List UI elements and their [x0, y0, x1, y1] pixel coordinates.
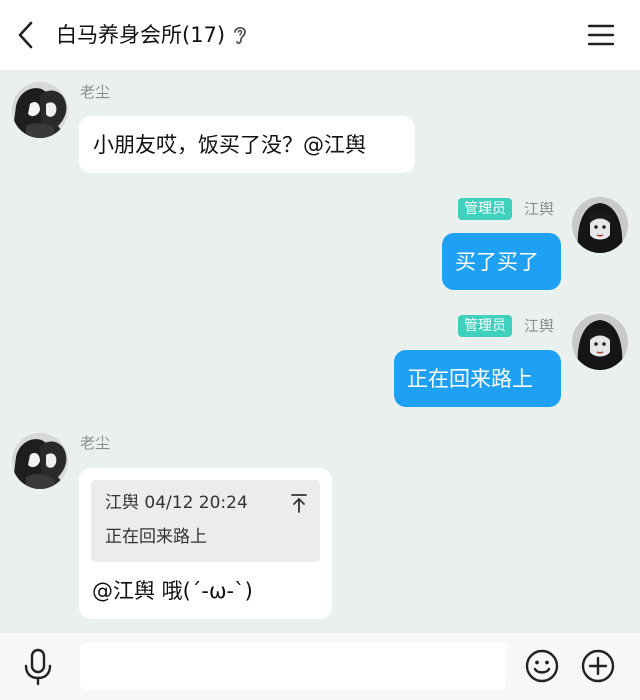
sender-name: 江舆 — [524, 200, 555, 218]
sender-name: 老尘 — [80, 434, 111, 452]
voice-button[interactable] — [22, 648, 54, 686]
message-bubble-self[interactable]: 正在回来路上 — [394, 350, 561, 407]
message-text: 小朋友哎，饭买了没？@江舆 — [93, 133, 366, 157]
avatar-sender[interactable] — [12, 433, 68, 489]
chevron-left-icon — [18, 21, 33, 49]
chat-message-list[interactable]: 老尘 小朋友哎，饭买了没？@江舆 管理员 江舆 买了买了 管理员 江舆 正在回来… — [0, 70, 640, 633]
quoted-message[interactable]: 江舆 04/12 20:24 正在回来路上 — [91, 480, 320, 562]
avatar-self[interactable] — [572, 314, 628, 370]
jump-to-quote-icon[interactable] — [290, 492, 308, 514]
more-button[interactable] — [580, 648, 616, 684]
avatar-self[interactable] — [572, 197, 628, 253]
emoji-button[interactable] — [524, 648, 560, 684]
group-title[interactable]: 白马养身会所(17) — [56, 19, 225, 51]
menu-button[interactable] — [586, 22, 616, 48]
back-button[interactable] — [12, 18, 42, 52]
smiley-icon — [525, 649, 559, 683]
message-text: 正在回来路上 — [407, 367, 533, 391]
message-text: @江舆 哦(´-ω-`) — [92, 579, 253, 603]
message-bubble[interactable]: 小朋友哎，饭买了没？@江舆 — [79, 116, 415, 173]
sender-name: 江舆 — [524, 317, 555, 335]
avatar-sender[interactable] — [12, 82, 68, 138]
quote-meta: 江舆 04/12 20:24 — [105, 493, 248, 513]
quote-text: 正在回来路上 — [105, 527, 207, 547]
sender-name: 老尘 — [80, 83, 111, 101]
message-bubble-self[interactable]: 买了买了 — [442, 233, 561, 290]
ear-icon — [232, 24, 248, 46]
admin-badge: 管理员 — [458, 315, 512, 337]
hamburger-menu-icon — [587, 24, 615, 46]
plus-circle-icon — [581, 649, 615, 683]
message-bubble[interactable]: 江舆 04/12 20:24 正在回来路上 @江舆 哦(´-ω-`) — [79, 468, 332, 619]
chat-header: 白马养身会所(17) — [0, 0, 640, 70]
message-text: 买了买了 — [455, 250, 539, 274]
admin-badge: 管理员 — [458, 198, 512, 220]
microphone-icon — [24, 648, 52, 686]
message-input[interactable] — [80, 642, 506, 690]
